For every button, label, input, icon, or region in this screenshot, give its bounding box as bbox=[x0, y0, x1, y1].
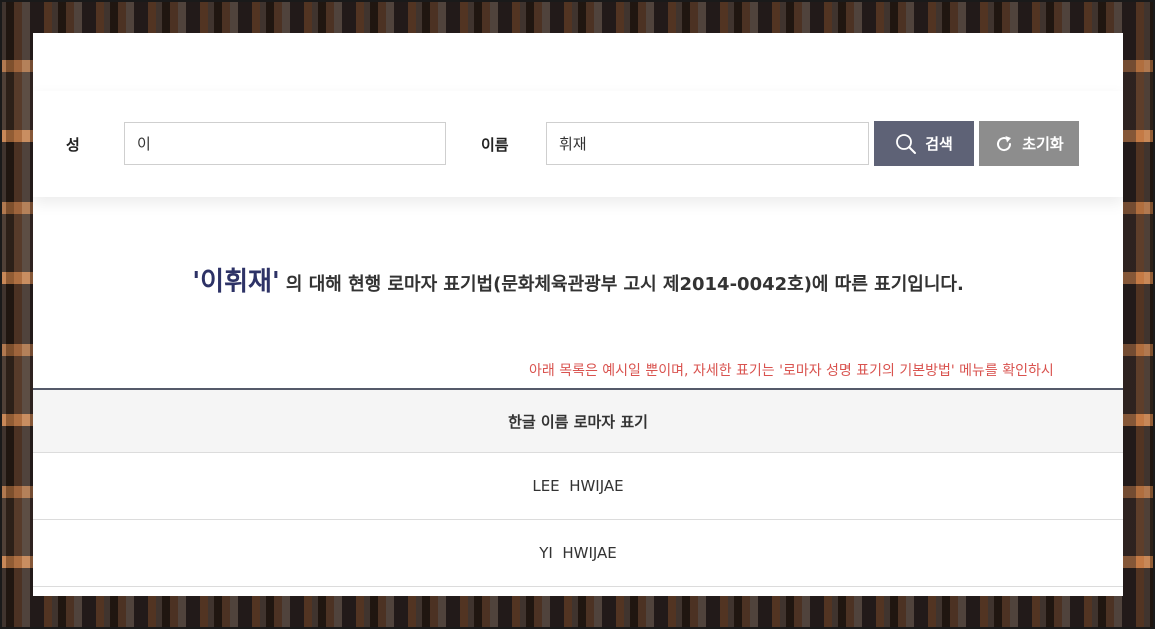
reset-button-label: 초기화 bbox=[1022, 135, 1064, 153]
table-header: 한글 이름 로마자 표기 bbox=[33, 390, 1123, 453]
search-button-label: 검색 bbox=[925, 135, 953, 153]
surname-input[interactable] bbox=[124, 122, 446, 165]
refresh-icon bbox=[994, 134, 1014, 154]
romanization-table: 한글 이름 로마자 표기 LEE HWIJAE YI HWIJAE bbox=[33, 388, 1123, 587]
table-row: LEE HWIJAE bbox=[33, 453, 1123, 520]
surname-label: 성 bbox=[66, 136, 80, 154]
table-row: YI HWIJAE bbox=[33, 520, 1123, 587]
name-label: 이름 bbox=[481, 136, 509, 154]
search-bar: 성 이름 검색 초기화 bbox=[33, 91, 1123, 197]
search-icon bbox=[895, 133, 917, 155]
result-headline: '이휘재' 의 대해 현행 로마자 표기법(문화체육관광부 고시 제2014-00… bbox=[33, 261, 1123, 298]
search-button[interactable]: 검색 bbox=[874, 121, 974, 166]
name-input[interactable] bbox=[546, 122, 869, 165]
highlighted-name: '이휘재' bbox=[192, 267, 280, 297]
headline-text: 의 대해 현행 로마자 표기법(문화체육관광부 고시 제2014-0042호)에… bbox=[285, 274, 964, 295]
reset-button[interactable]: 초기화 bbox=[979, 121, 1079, 166]
notice-text: 아래 목록은 예시일 뿐이며, 자세한 표기는 '로마자 성명 표기의 기본방법… bbox=[529, 363, 1054, 379]
main-panel: 성 이름 검색 초기화 '이휘재'의 대해 현행 로마자 표기법 bbox=[33, 33, 1123, 596]
